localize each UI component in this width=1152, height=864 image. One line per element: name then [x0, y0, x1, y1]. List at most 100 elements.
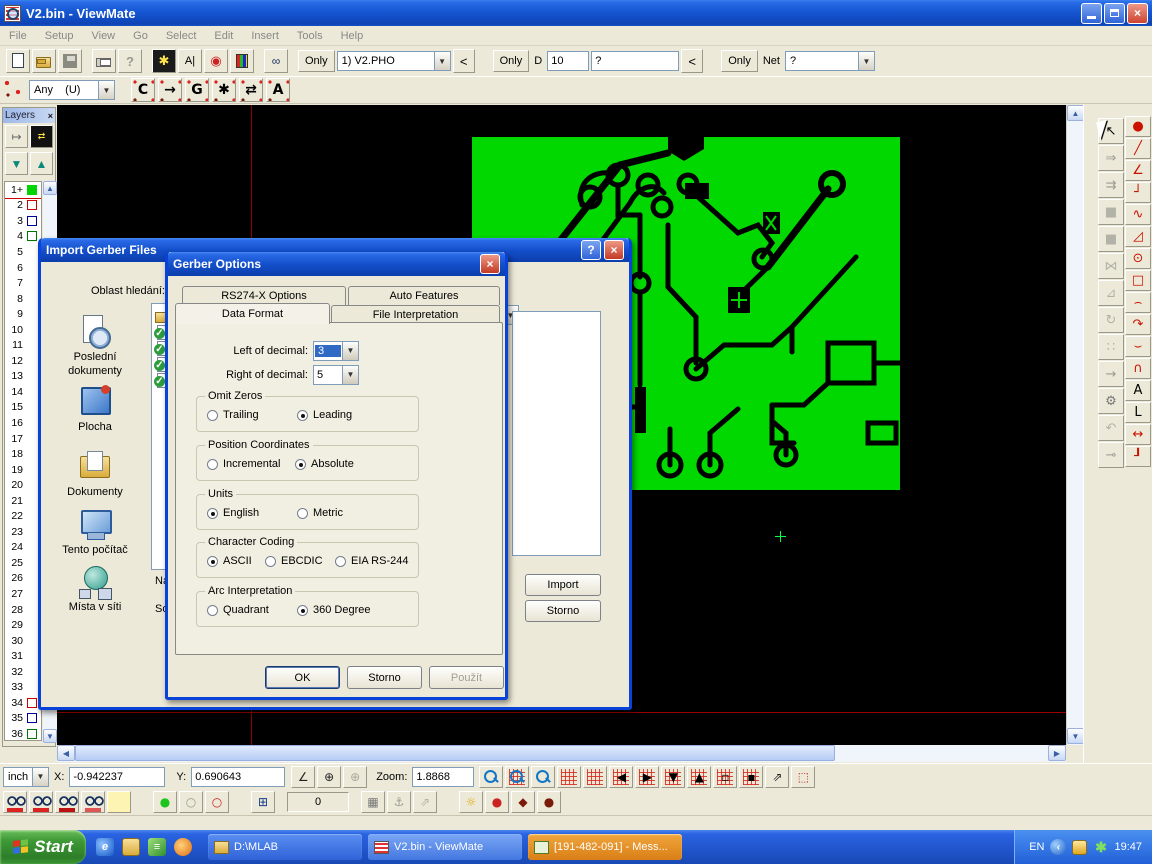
rect-fill-a-tool[interactable]: ■ — [1098, 199, 1124, 225]
folder-icon[interactable] — [122, 838, 140, 856]
layer-row-24[interactable]: 24 — [5, 540, 41, 556]
radio-360-degree[interactable]: 360 Degree — [297, 604, 371, 616]
gerber-dialog-titlebar[interactable]: Gerber Options × — [168, 252, 505, 276]
tab-auto-features[interactable]: Auto Features — [348, 286, 500, 305]
scroll-up-icon[interactable]: ▲ — [1067, 105, 1084, 121]
move-step-tool[interactable]: → — [1098, 361, 1124, 387]
layer-row-23[interactable]: 23 — [5, 524, 41, 540]
pan-down[interactable]: ▼ — [661, 766, 685, 788]
draw-arc-180-tool[interactable]: ∩ — [1125, 358, 1151, 379]
anchor[interactable]: ⚓ — [387, 791, 411, 813]
radio-ascii[interactable]: ASCII — [207, 555, 252, 567]
layer-color-swatch[interactable] — [27, 185, 37, 195]
menu-go[interactable]: Go — [124, 28, 157, 44]
radio-incremental[interactable]: Incremental — [207, 458, 280, 470]
layer-row-4[interactable]: 4 — [5, 229, 41, 245]
layer-row-5[interactable]: 5 — [5, 244, 41, 260]
pads-star-button[interactable]: ✱ — [212, 78, 236, 102]
layer-row-19[interactable]: 19 — [5, 462, 41, 478]
resize-diagonal[interactable]: ⇗ — [765, 766, 789, 788]
internet-explorer-icon[interactable]: e — [96, 838, 114, 856]
task-explorer-mlab[interactable]: D:\MLAB — [208, 834, 362, 860]
only-layer-button[interactable]: Only — [298, 50, 335, 72]
task-messenger[interactable]: [191-482-091] - Mess... — [528, 834, 682, 860]
align-tool[interactable]: ∷ — [1098, 334, 1124, 360]
radio-english[interactable]: English — [207, 507, 259, 519]
previous-layer-button[interactable]: < — [453, 49, 475, 73]
draw-pad-tool[interactable]: ● — [1125, 116, 1151, 137]
layer-row-28[interactable]: 28 — [5, 602, 41, 618]
chevron-down-icon[interactable]: ▼ — [98, 81, 114, 99]
layer-row-17[interactable]: 17 — [5, 431, 41, 447]
measure-button[interactable]: A| — [178, 49, 202, 73]
dialog-help-button[interactable]: ? — [581, 240, 601, 260]
layer-row-10[interactable]: 10 — [5, 322, 41, 338]
chevron-down-icon[interactable]: ▼ — [342, 366, 358, 384]
layer-row-14[interactable]: 14 — [5, 384, 41, 400]
rect-fill-b-tool[interactable]: ■ — [1098, 226, 1124, 252]
scroll-up-icon[interactable]: ▲ — [43, 181, 57, 195]
draw-line-tool[interactable]: ╱ — [1125, 138, 1151, 159]
scroll-left-icon[interactable]: ◀ — [57, 745, 75, 761]
draw-text-tool[interactable]: A — [1125, 380, 1151, 401]
lamp-off[interactable]: ○ — [179, 791, 203, 813]
grid-small[interactable]: ▫ — [713, 766, 737, 788]
dcode-query-input[interactable]: ? — [591, 51, 679, 71]
crosshair-target[interactable]: ⊕ — [317, 766, 341, 788]
layers-close-icon[interactable]: × — [48, 111, 53, 121]
layer-stack-button[interactable]: ⇄ — [30, 125, 53, 148]
flash-mode[interactable]: ☼ — [459, 791, 483, 813]
layer-row-25[interactable]: 25 — [5, 555, 41, 571]
layer-row-1+[interactable]: 1+ — [5, 182, 41, 198]
firefox-icon[interactable] — [174, 838, 192, 856]
radio-trailing[interactable]: Trailing — [207, 409, 259, 421]
draw-arc-up-tool[interactable]: ⌣ — [1125, 336, 1151, 357]
left-of-decimal-combo[interactable]: 3▼ — [313, 341, 359, 361]
draw-spline-tool[interactable]: ∿ — [1125, 204, 1151, 225]
probe-tool[interactable]: ⊸ — [1098, 442, 1124, 468]
layers-list[interactable]: 1+23456789101112131415161718192021222324… — [4, 181, 42, 741]
tab-data-format[interactable]: Data Format — [175, 303, 330, 324]
apply-button[interactable]: Použít — [429, 666, 504, 689]
marquee-select[interactable]: ⬚ — [791, 766, 815, 788]
draw-arc-cw-tool[interactable]: ↷ — [1125, 314, 1151, 335]
layers-panel-titlebar[interactable]: Layers × — [3, 108, 55, 123]
radio-metric[interactable]: Metric — [297, 507, 343, 519]
draw-polyline-tool[interactable]: ∠ — [1125, 160, 1151, 181]
menu-file[interactable]: File — [0, 28, 36, 44]
pad-red[interactable]: ● — [485, 791, 509, 813]
zoom-grid-magnifier[interactable] — [505, 766, 529, 788]
menu-help[interactable]: Help — [332, 28, 373, 44]
layer-color-swatch[interactable] — [27, 729, 37, 739]
selection-filter-icon[interactable] — [2, 78, 26, 102]
draw-rectangle-tool[interactable]: □ — [1125, 270, 1151, 291]
lamp-outline[interactable]: ○ — [205, 791, 229, 813]
dcode-input[interactable]: 10 — [547, 51, 589, 71]
dot-matrix[interactable]: ▦ — [361, 791, 385, 813]
dialog-close-button[interactable]: × — [480, 254, 500, 274]
zoom-selection-magnifier[interactable] — [531, 766, 555, 788]
draw-label-tool[interactable]: L — [1125, 402, 1151, 423]
print-button[interactable] — [92, 49, 116, 73]
restore-button[interactable] — [1104, 3, 1125, 24]
gerber-g-button[interactable]: G — [185, 78, 209, 102]
radio-eia-rs244[interactable]: EIA RS-244 — [335, 555, 408, 567]
close-button[interactable]: × — [1127, 3, 1148, 24]
task-viewmate[interactable]: V2.bin - ViewMate — [368, 834, 522, 860]
scroll-down-icon[interactable]: ▼ — [43, 729, 57, 743]
right-of-decimal-combo[interactable]: 5▼ — [313, 365, 359, 385]
layer-color-swatch[interactable] — [27, 216, 37, 226]
menu-view[interactable]: View — [82, 28, 124, 44]
layer-row-30[interactable]: 30 — [5, 633, 41, 649]
layer-row-36[interactable]: 36 — [5, 726, 41, 741]
x-coordinate-field[interactable]: -0.942237 — [69, 767, 165, 787]
menu-tools[interactable]: Tools — [288, 28, 332, 44]
canvas-vertical-scrollbar[interactable]: ▲ ▼ — [1066, 105, 1083, 745]
layer-row-12[interactable]: 12 — [5, 353, 41, 369]
layer-color-swatch[interactable] — [27, 200, 37, 210]
radio-absolute[interactable]: Absolute — [295, 458, 354, 470]
layer-row-6[interactable]: 6 — [5, 260, 41, 276]
pan-right[interactable]: ▶ — [635, 766, 659, 788]
start-button[interactable]: Start — [0, 830, 86, 864]
horizontal-scroll-thumb[interactable] — [75, 745, 835, 761]
